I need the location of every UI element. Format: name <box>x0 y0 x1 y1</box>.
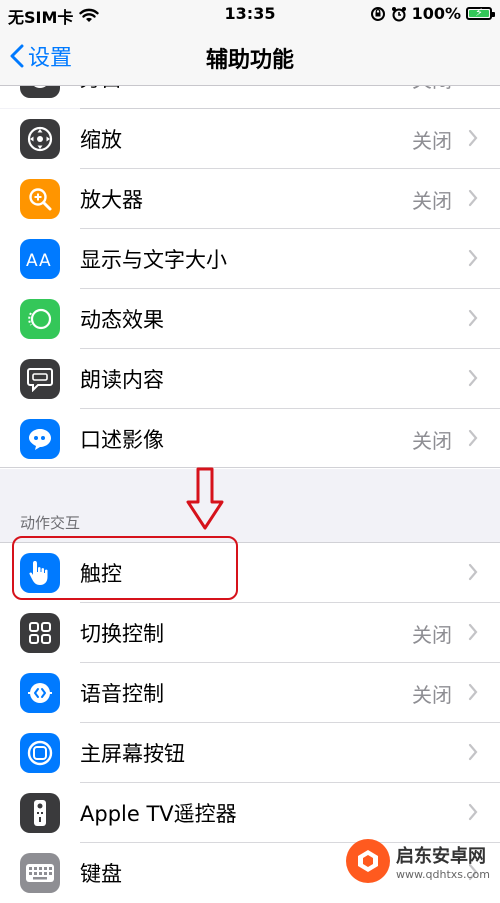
battery-icon: ⚡ <box>466 6 495 20</box>
page-title: 辅助功能 <box>205 48 294 73</box>
list-item-value: 关闭 <box>412 128 452 153</box>
chevron-right-icon <box>468 369 478 387</box>
chevron-right-icon <box>468 249 478 267</box>
list-item-label: 显示与文字大小 <box>80 248 227 272</box>
chevron-right-icon <box>468 623 478 641</box>
list-item-switch-control[interactable]: 切换控制 关闭 <box>0 603 500 663</box>
list-item-motion[interactable]: 动态效果 <box>0 289 500 349</box>
list-item-home-button[interactable]: 主屏幕按钮 <box>0 723 500 783</box>
list-item-label: 放大器 <box>80 188 143 212</box>
chevron-right-icon <box>468 563 478 581</box>
chevron-right-icon <box>468 309 478 327</box>
chevron-right-icon <box>468 743 478 761</box>
list-item-touch[interactable]: 触控 <box>0 543 500 603</box>
list-item-apple-tv-remote[interactable]: Apple TV遥控器 <box>0 783 500 843</box>
list-item-voice-control[interactable]: 语音控制 关闭 <box>0 663 500 723</box>
list-item-value: 关闭 <box>412 428 452 453</box>
chevron-right-icon <box>468 683 478 701</box>
audio-description-icon <box>20 419 60 459</box>
chevron-right-icon <box>468 189 478 207</box>
switch-grid-icon <box>20 613 60 653</box>
voiceover-icon <box>20 86 60 98</box>
text-size-icon: A A <box>20 239 60 279</box>
list-item-magnifier[interactable]: 放大器 关闭 <box>0 169 500 229</box>
voice-control-icon <box>20 673 60 713</box>
list-item-label: 触控 <box>80 562 122 586</box>
list-item-voiceover[interactable]: 旁白 关闭 <box>0 86 500 108</box>
status-bar: 无SIM卡 13:35 100% ⚡ <box>0 0 500 28</box>
speech-bubble-icon <box>20 359 60 399</box>
touch-hand-icon <box>20 553 60 593</box>
list-item-display-text-size[interactable]: A A 显示与文字大小 <box>0 229 500 289</box>
keyboard-icon <box>20 853 60 893</box>
orientation-lock-icon <box>370 6 385 21</box>
list-item-value: 关闭 <box>412 682 452 707</box>
list-item-label: 缩放 <box>80 128 122 152</box>
list-item-label: 语音控制 <box>80 682 164 706</box>
svg-text:A: A <box>39 251 51 271</box>
list-item-label: 主屏幕按钮 <box>80 742 185 766</box>
list-item-audio-description[interactable]: 口述影像 关闭 <box>0 409 500 469</box>
list-item-label: Apple TV遥控器 <box>80 802 237 826</box>
charging-bolt-icon: ⚡ <box>475 6 483 19</box>
list-item-zoom[interactable]: 缩放 关闭 <box>0 109 500 169</box>
svg-text:A: A <box>26 251 38 271</box>
zoom-icon <box>20 119 60 159</box>
list-item-label: 口述影像 <box>80 428 164 452</box>
list-item-spoken-content[interactable]: 朗读内容 <box>0 349 500 409</box>
vision-settings-group: 缩放 关闭 放大器 关闭 A A 显示与文字大小 动态效果 朗读内容 口述影像 … <box>0 109 500 469</box>
chevron-right-icon <box>468 803 478 821</box>
chevron-right-icon <box>468 129 478 147</box>
list-item-label: 切换控制 <box>80 622 164 646</box>
navigation-bar: 设置 辅助功能 <box>0 28 500 86</box>
home-button-icon <box>20 733 60 773</box>
watermark-url: www.qdhtxs.com <box>396 867 490 881</box>
list-item-label: 键盘 <box>80 862 122 886</box>
list-item-label: 朗读内容 <box>80 368 164 392</box>
motion-icon <box>20 299 60 339</box>
list-item-value: 关闭 <box>412 622 452 647</box>
remote-icon <box>20 793 60 833</box>
list-item-value: 关闭 <box>412 86 452 93</box>
list-item-label: 动态效果 <box>80 308 164 332</box>
list-item-label: 旁白 <box>80 86 122 93</box>
list-item-value: 关闭 <box>412 188 452 213</box>
watermark-logo-icon <box>346 839 391 883</box>
magnifier-icon <box>20 179 60 219</box>
watermark-name: 启东安卓网 <box>396 845 487 867</box>
chevron-right-icon <box>468 429 478 447</box>
partial-row-container: 旁白 关闭 <box>0 86 500 108</box>
section-header: 动作交互 <box>20 514 81 532</box>
alarm-icon <box>391 6 406 21</box>
battery-percent: 100% <box>411 4 461 23</box>
down-arrow-annotation <box>186 467 224 530</box>
watermark: 启东安卓网 www.qdhtxs.com <box>346 839 490 883</box>
group-bottom-border <box>0 467 500 468</box>
